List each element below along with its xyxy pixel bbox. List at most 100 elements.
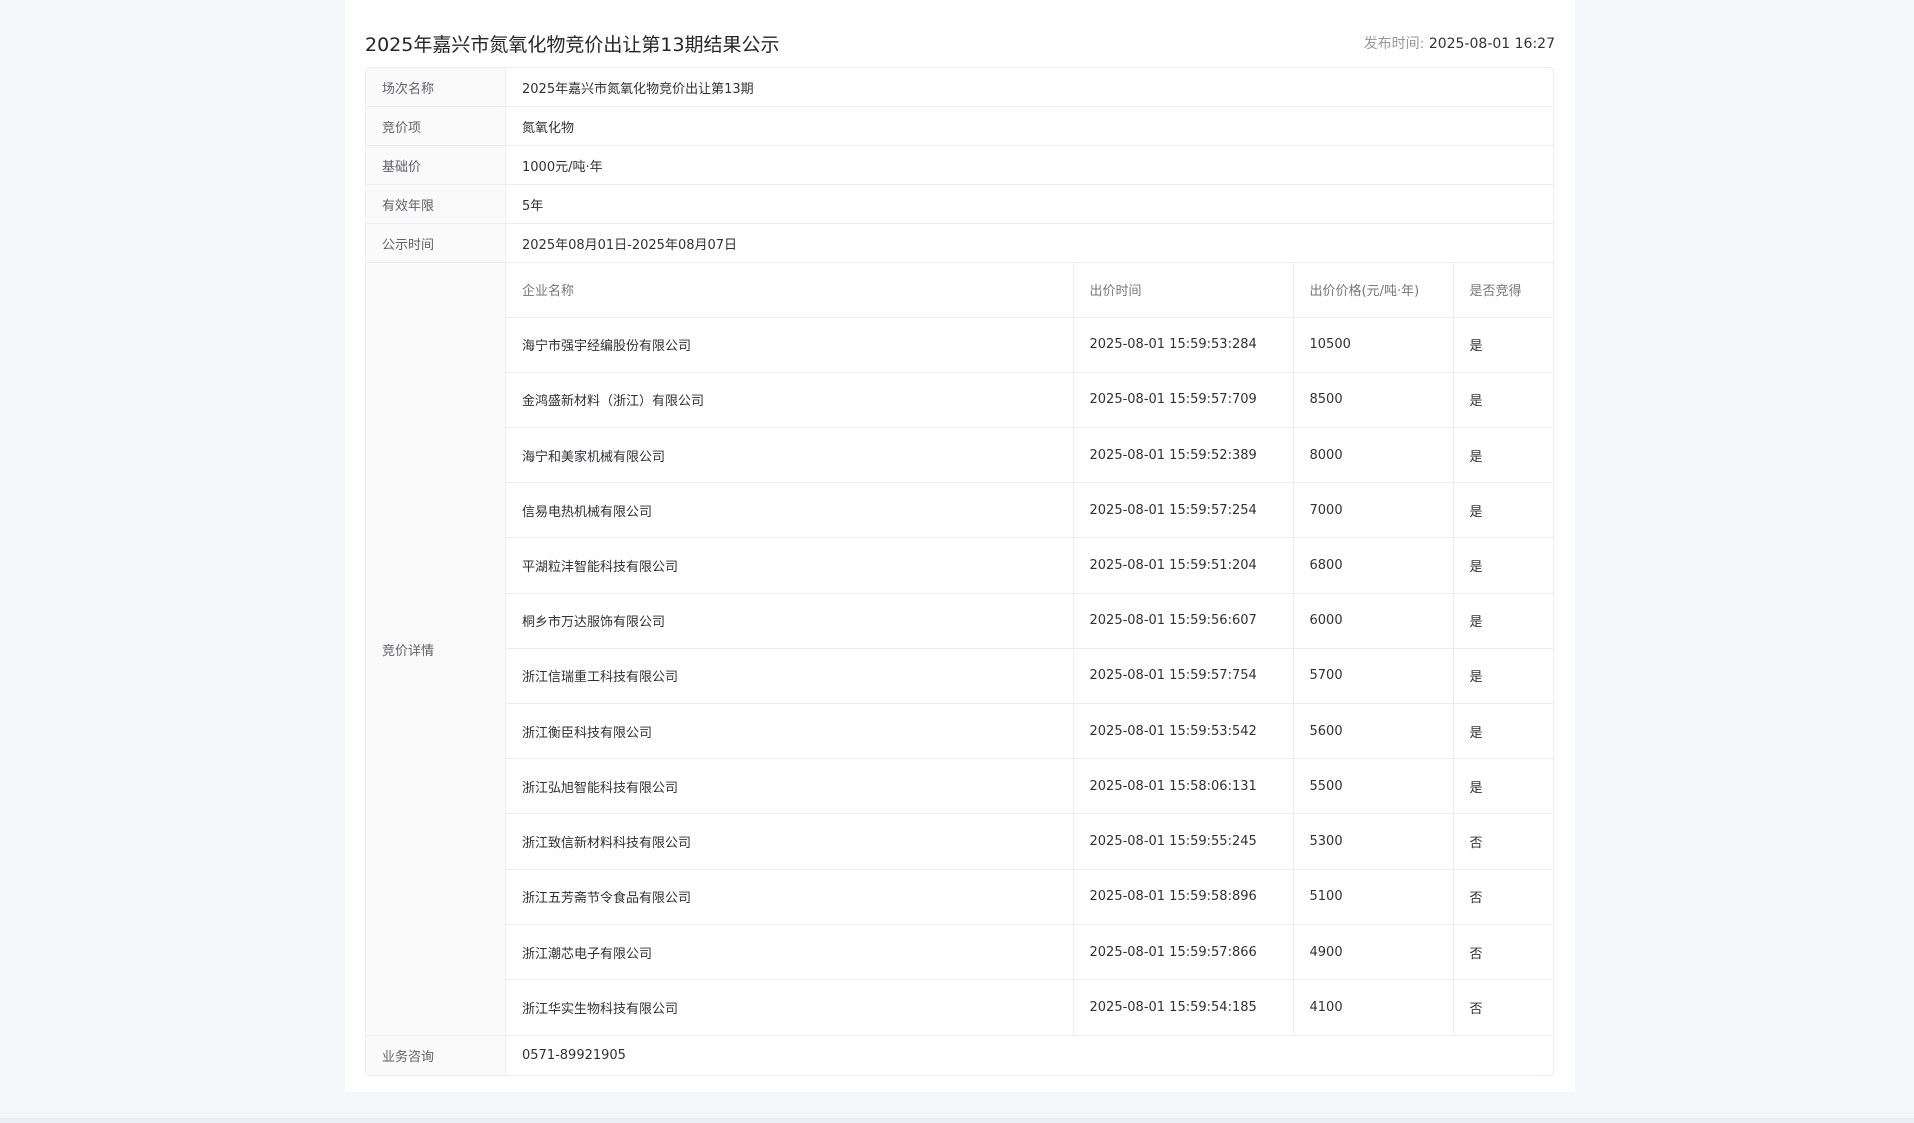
won-status-cell: 是 xyxy=(1453,537,1553,594)
session-label: 场次名称 xyxy=(366,68,506,106)
info-row-base-price: 基础价 1000元/吨·年 xyxy=(366,146,1553,185)
table-row: 平湖粒沣智能科技有限公司 2025-08-01 15:59:51:204 6800 是 xyxy=(506,537,1553,594)
consult-value: 0571-89921905 xyxy=(522,1048,626,1063)
item-value: 氮氧化物 xyxy=(522,120,575,136)
won-status-cell: 是 xyxy=(1453,427,1553,484)
won-status-cell: 是 xyxy=(1453,482,1553,539)
bid-time-cell: 2025-08-01 15:59:55:245 xyxy=(1073,813,1294,870)
publish-time-label: 发布时间: xyxy=(1363,36,1429,52)
validity-value: 5年 xyxy=(522,198,544,214)
won-status-cell: 是 xyxy=(1453,758,1553,815)
base-price-label: 基础价 xyxy=(366,146,506,184)
table-row: 浙江衡臣科技有限公司 2025-08-01 15:59:53:542 5600 是 xyxy=(506,703,1553,760)
company-name-cell: 浙江华实生物科技有限公司 xyxy=(506,979,1074,1035)
publish-time: 发布时间: 2025-08-01 16:27 xyxy=(1364,33,1555,53)
company-name-cell: 浙江潮芯电子有限公司 xyxy=(506,924,1074,981)
bid-table-header: 企业名称 出价时间 出价价格(元/吨·年) 是否竞得 xyxy=(506,263,1553,318)
page-title: 2025年嘉兴市氮氧化物竞价出让第13期结果公示 xyxy=(365,33,780,56)
detail-value: 企业名称 出价时间 出价价格(元/吨·年) 是否竞得 海宁市强宇经编股份有限公司… xyxy=(506,263,1553,1035)
item-label: 竞价项 xyxy=(366,107,506,145)
company-name-cell: 海宁市强宇经编股份有限公司 xyxy=(506,317,1074,373)
consult-label: 业务咨询 xyxy=(366,1036,506,1075)
info-row-consult: 业务咨询 0571-89921905 xyxy=(366,1036,1553,1075)
bid-time-cell: 2025-08-01 15:59:51:204 xyxy=(1073,537,1294,594)
bid-time-cell: 2025-08-01 15:59:58:896 xyxy=(1073,869,1294,925)
company-name-cell: 浙江信瑞重工科技有限公司 xyxy=(506,648,1074,705)
bid-price-cell: 5700 xyxy=(1293,648,1454,705)
table-row: 浙江华实生物科技有限公司 2025-08-01 15:59:54:185 4100 否 xyxy=(506,979,1553,1035)
bid-price-cell: 8500 xyxy=(1293,372,1454,428)
bid-price-cell: 4900 xyxy=(1293,924,1454,981)
base-price-value: 1000元/吨·年 xyxy=(522,159,603,175)
company-name-cell: 浙江五芳斋节令食品有限公司 xyxy=(506,869,1074,925)
bid-time-cell: 2025-08-01 15:59:57:754 xyxy=(1073,648,1294,705)
bid-table-body: 海宁市强宇经编股份有限公司 2025-08-01 15:59:53:284 1050… xyxy=(506,317,1553,1035)
table-row: 信易电热机械有限公司 2025-08-01 15:59:57:254 7000 是 xyxy=(506,482,1553,539)
bid-time-cell: 2025-08-01 15:58:06:131 xyxy=(1073,758,1294,815)
bid-table: 企业名称 出价时间 出价价格(元/吨·年) 是否竞得 海宁市强宇经编股份有限公司… xyxy=(506,263,1553,1035)
validity-label: 有效年限 xyxy=(366,185,506,223)
info-row-period: 公示时间 2025年08月01日-2025年08月07日 xyxy=(366,224,1553,263)
info-row-detail: 竞价详情 企业名称 出价时间 出价价格(元/吨·年) 是否竞得 海宁市强宇经编股… xyxy=(366,263,1553,1036)
bid-time-cell: 2025-08-01 15:59:54:185 xyxy=(1073,979,1294,1035)
won-status-cell: 是 xyxy=(1453,372,1553,428)
table-row: 浙江弘旭智能科技有限公司 2025-08-01 15:58:06:131 5500 是 xyxy=(506,758,1553,815)
publish-time-value: 2025-08-01 16:27 xyxy=(1428,36,1555,52)
won-status-cell: 是 xyxy=(1453,648,1553,705)
info-row-validity: 有效年限 5年 xyxy=(366,185,1553,224)
column-header-won: 是否竞得 xyxy=(1453,263,1553,318)
bid-time-cell: 2025-08-01 15:59:57:866 xyxy=(1073,924,1294,981)
table-row: 浙江五芳斋节令食品有限公司 2025-08-01 15:59:58:896 5100… xyxy=(506,869,1553,925)
company-name-cell: 浙江弘旭智能科技有限公司 xyxy=(506,758,1074,815)
table-row: 海宁市强宇经编股份有限公司 2025-08-01 15:59:53:284 1050… xyxy=(506,317,1553,373)
bid-price-cell: 5300 xyxy=(1293,813,1454,870)
bid-price-cell: 5500 xyxy=(1293,758,1454,815)
won-status-cell: 是 xyxy=(1453,703,1553,760)
company-name-cell: 金鸿盛新材料（浙江）有限公司 xyxy=(506,372,1074,428)
bid-time-cell: 2025-08-01 15:59:52:389 xyxy=(1073,427,1294,484)
table-row: 海宁和美家机械有限公司 2025-08-01 15:59:52:389 8000 是 xyxy=(506,427,1553,484)
bid-price-cell: 7000 xyxy=(1293,482,1454,539)
company-name-cell: 浙江衡臣科技有限公司 xyxy=(506,703,1074,760)
bid-price-cell: 5100 xyxy=(1293,869,1454,925)
period-label: 公示时间 xyxy=(366,224,506,262)
bid-price-cell: 5600 xyxy=(1293,703,1454,760)
table-row: 金鸿盛新材料（浙江）有限公司 2025-08-01 15:59:57:709 850… xyxy=(506,372,1553,428)
column-header-company: 企业名称 xyxy=(506,263,1074,318)
bid-time-cell: 2025-08-01 15:59:53:542 xyxy=(1073,703,1294,760)
result-info-table: 场次名称 2025年嘉兴市氮氧化物竞价出让第13期 竞价项 氮氧化物 基础价 1… xyxy=(365,67,1554,1076)
session-value: 2025年嘉兴市氮氧化物竞价出让第13期 xyxy=(522,81,754,97)
table-row: 桐乡市万达服饰有限公司 2025-08-01 15:59:56:607 6000 是 xyxy=(506,593,1553,649)
detail-label: 竞价详情 xyxy=(366,263,506,1035)
table-row: 浙江信瑞重工科技有限公司 2025-08-01 15:59:57:754 5700 是 xyxy=(506,648,1553,705)
period-value: 2025年08月01日-2025年08月07日 xyxy=(522,237,738,253)
company-name-cell: 平湖粒沣智能科技有限公司 xyxy=(506,537,1074,594)
bid-price-cell: 4100 xyxy=(1293,979,1454,1035)
company-name-cell: 海宁和美家机械有限公司 xyxy=(506,427,1074,484)
table-row: 浙江致信新材料科技有限公司 2025-08-01 15:59:55:245 5300… xyxy=(506,813,1553,870)
company-name-cell: 信易电热机械有限公司 xyxy=(506,482,1074,539)
company-name-cell: 浙江致信新材料科技有限公司 xyxy=(506,813,1074,870)
column-header-bid-time: 出价时间 xyxy=(1073,263,1294,318)
column-header-bid-price: 出价价格(元/吨·年) xyxy=(1293,263,1454,318)
bid-price-cell: 6800 xyxy=(1293,537,1454,594)
bid-price-cell: 8000 xyxy=(1293,427,1454,484)
info-row-item: 竞价项 氮氧化物 xyxy=(366,107,1553,146)
won-status-cell: 否 xyxy=(1469,1002,1483,1018)
company-name-cell: 桐乡市万达服饰有限公司 xyxy=(506,593,1074,649)
bid-price-cell: 6000 xyxy=(1293,593,1454,649)
won-status-cell: 否 xyxy=(1453,869,1553,925)
bid-time-cell: 2025-08-01 15:59:53:284 xyxy=(1073,317,1294,373)
won-status-cell: 是 xyxy=(1453,317,1553,373)
info-row-session: 场次名称 2025年嘉兴市氮氧化物竞价出让第13期 xyxy=(366,68,1553,107)
won-status-cell: 否 xyxy=(1453,924,1553,981)
bid-time-cell: 2025-08-01 15:59:57:709 xyxy=(1073,372,1294,428)
page-bottom-bar xyxy=(0,1118,1914,1123)
announcement-header: 2025年嘉兴市氮氧化物竞价出让第13期结果公示 发布时间: 2025-08-0… xyxy=(365,26,1555,60)
bid-time-cell: 2025-08-01 15:59:56:607 xyxy=(1073,593,1294,649)
won-status-cell: 否 xyxy=(1453,813,1553,870)
bid-price-cell: 10500 xyxy=(1293,317,1454,373)
bid-time-cell: 2025-08-01 15:59:57:254 xyxy=(1073,482,1294,539)
won-status-cell: 是 xyxy=(1453,593,1553,649)
announcement-card: 2025年嘉兴市氮氧化物竞价出让第13期结果公示 发布时间: 2025-08-0… xyxy=(345,0,1575,1092)
